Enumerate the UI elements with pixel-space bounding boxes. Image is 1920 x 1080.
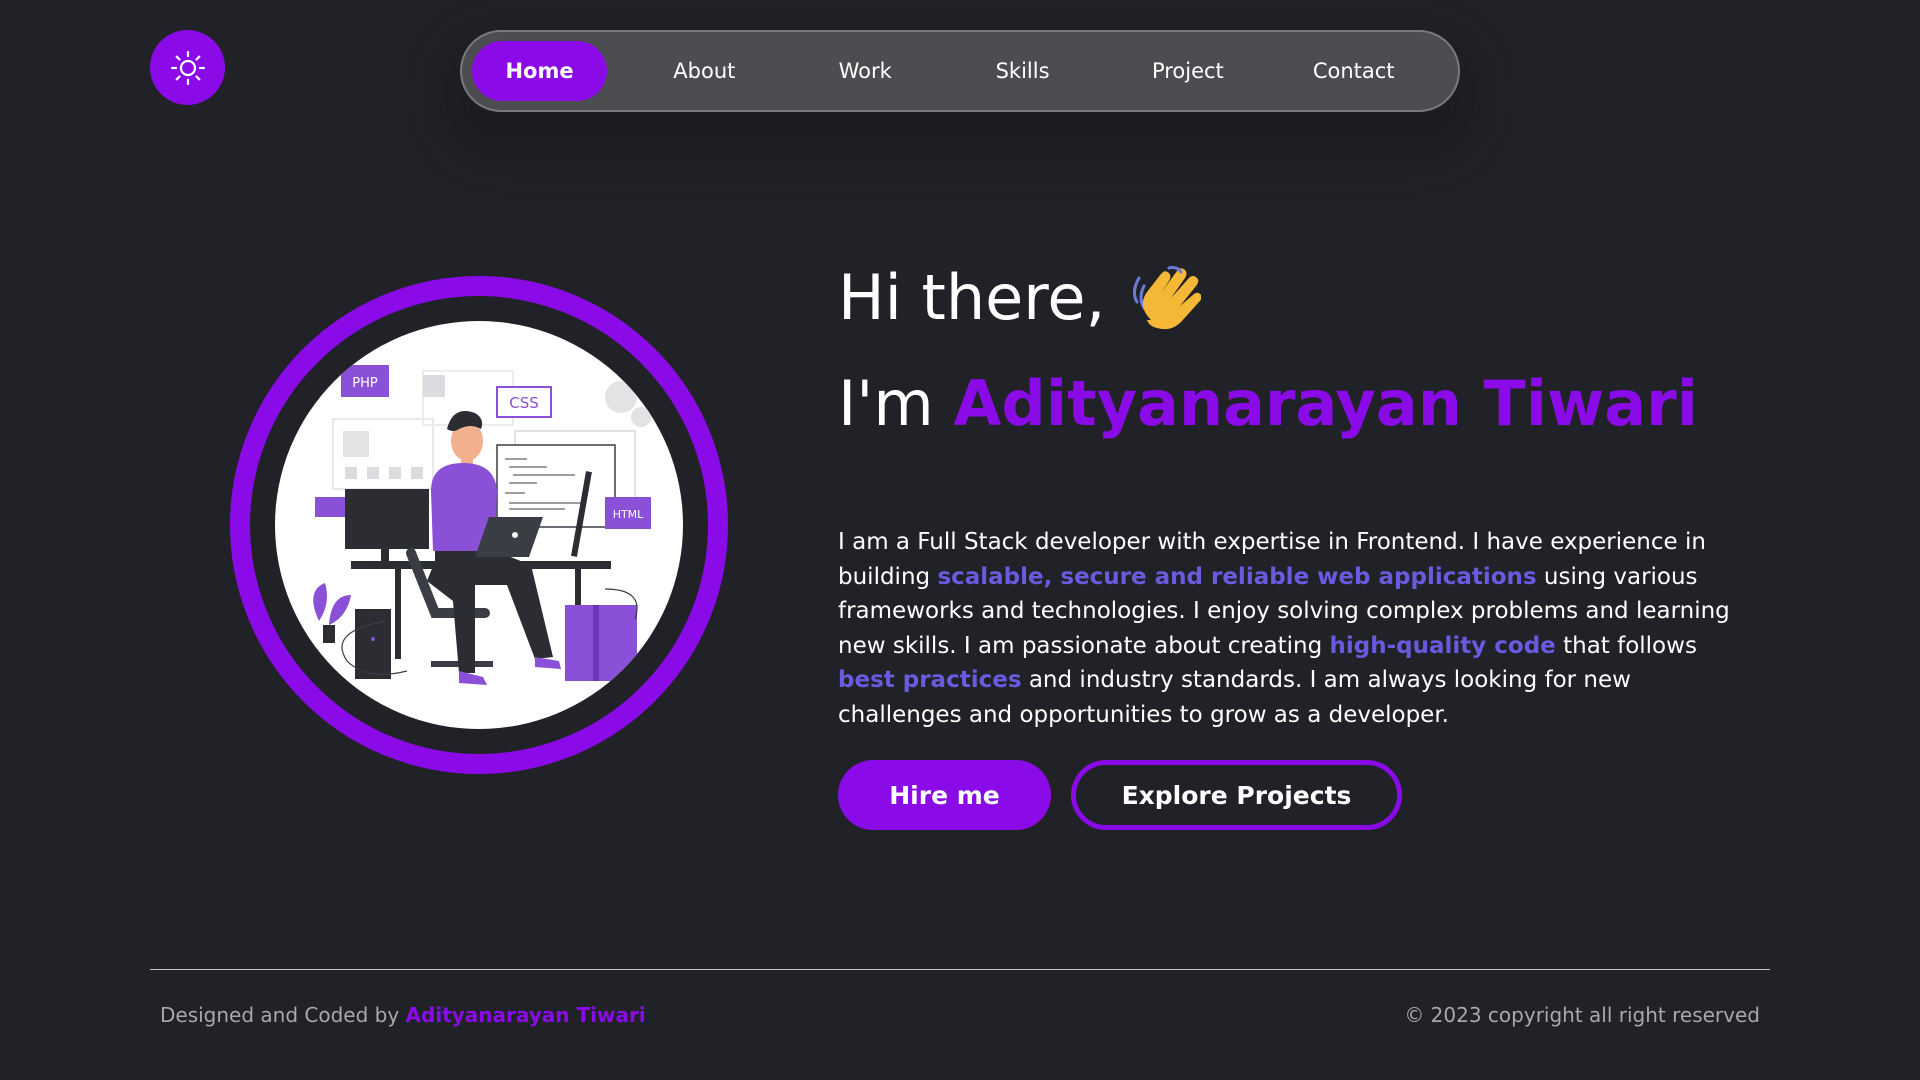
explore-projects-button[interactable]: Explore Projects: [1071, 760, 1402, 830]
badge-php: PHP: [352, 376, 378, 391]
nav-item-about[interactable]: About: [607, 41, 802, 101]
waving-hand-icon: [1133, 266, 1202, 330]
bio-paragraph: I am a Full Stack developer with experti…: [838, 525, 1758, 732]
profile-illustration-frame: PHP CSS HTML: [230, 276, 728, 774]
greeting-text: Hi there,: [838, 261, 1106, 334]
nav-item-work[interactable]: Work: [802, 41, 929, 101]
bio-text-3: that follows: [1555, 632, 1697, 659]
main-nav: Home About Work Skills Project Contact: [460, 30, 1460, 112]
footer-copyright: © 2023 copyright all right reserved: [1404, 1003, 1760, 1027]
bio-highlight-2: high-quality code: [1329, 632, 1556, 659]
footer-author-link[interactable]: Adityanarayan Tiwari: [406, 1003, 646, 1027]
badge-html: HTML: [613, 508, 644, 521]
profile-illustration: PHP CSS HTML: [275, 321, 683, 729]
nav-item-skills[interactable]: Skills: [929, 41, 1117, 101]
bio-highlight-3: best practices: [838, 667, 1022, 693]
nav-item-project[interactable]: Project: [1116, 41, 1259, 101]
intro-prefix: I'm: [838, 367, 934, 440]
nav-item-home[interactable]: Home: [472, 41, 608, 101]
badge-css: CSS: [509, 394, 539, 412]
theme-toggle-button[interactable]: [150, 30, 225, 105]
footer-credit-prefix: Designed and Coded by: [160, 1003, 406, 1027]
footer-divider: [150, 969, 1770, 970]
developer-name: Adityanarayan Tiwari: [953, 367, 1698, 440]
sun-icon: [170, 50, 205, 85]
footer-credit: Designed and Coded by Adityanarayan Tiwa…: [160, 1003, 646, 1027]
name-heading: I'm Adityanarayan Tiwari: [838, 364, 1698, 444]
hire-me-button[interactable]: Hire me: [838, 760, 1051, 830]
greeting-heading: Hi there,: [838, 258, 1202, 338]
nav-item-contact[interactable]: Contact: [1259, 41, 1448, 101]
bio-highlight-1: scalable, secure and reliable web applic…: [937, 563, 1537, 590]
